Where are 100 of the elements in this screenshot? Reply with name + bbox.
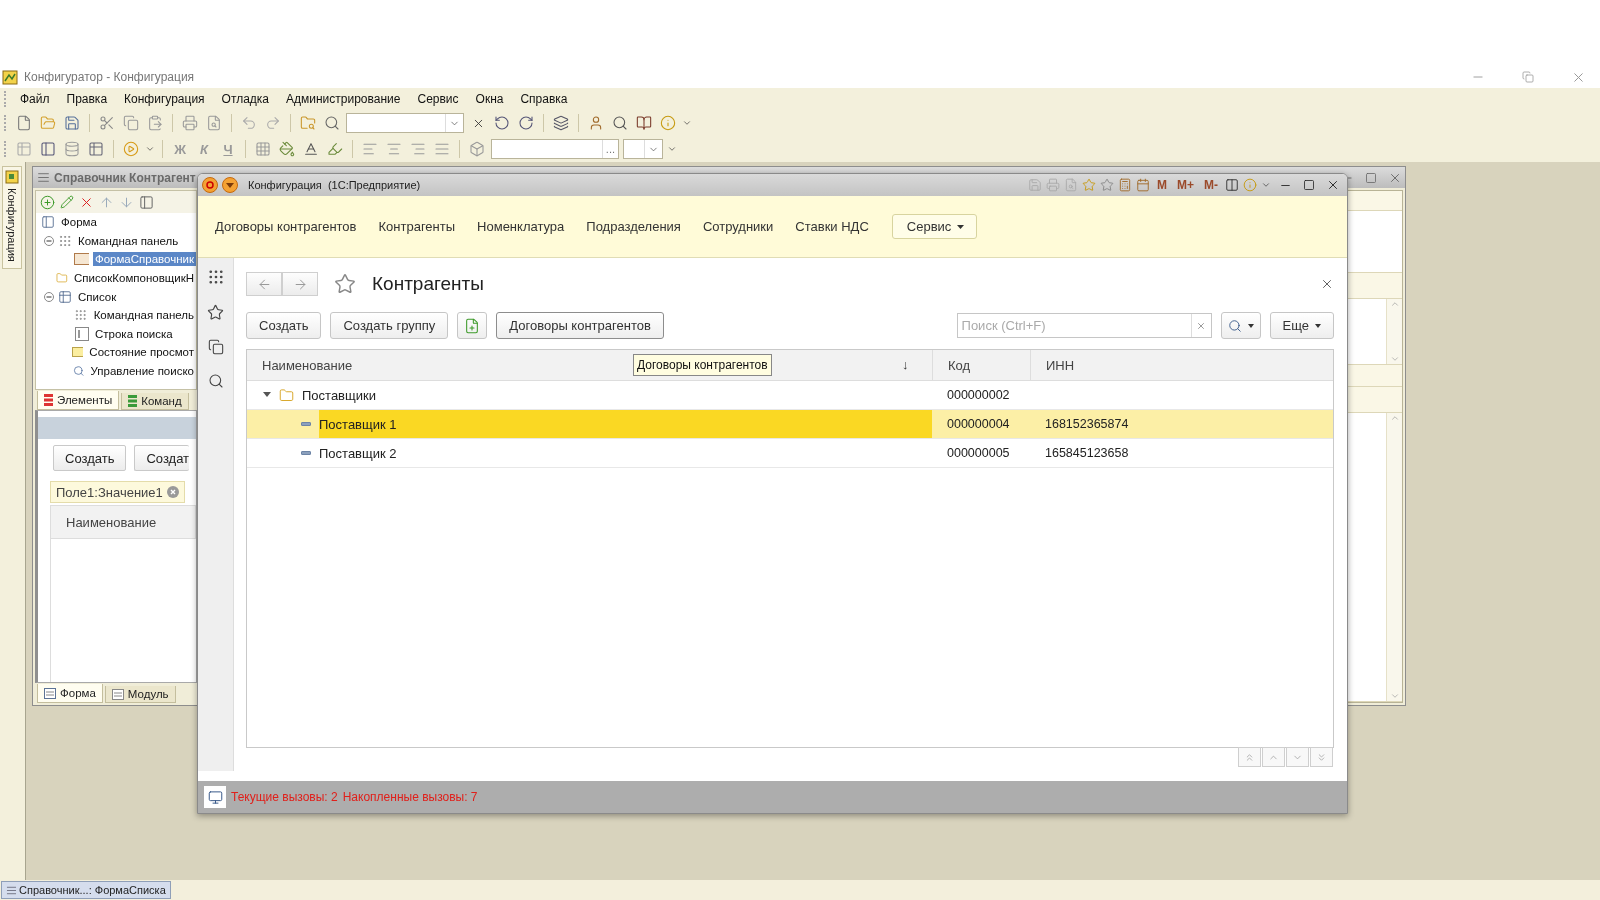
align-left-icon[interactable]: [362, 141, 378, 157]
scroll-up-button[interactable]: [1262, 747, 1285, 767]
add-file-button[interactable]: [457, 312, 488, 339]
caret-icon[interactable]: [667, 144, 677, 154]
database-icon[interactable]: [64, 141, 80, 157]
scroll-first-button[interactable]: [1238, 747, 1261, 767]
search-icon[interactable]: [207, 373, 224, 389]
move-down-icon[interactable]: [119, 194, 134, 210]
tree-item[interactable]: ФормаСправочник: [92, 252, 196, 267]
save-icon[interactable]: [1028, 178, 1042, 192]
book-icon[interactable]: [636, 115, 652, 131]
folder-icon[interactable]: [40, 115, 56, 131]
search-combo[interactable]: [346, 113, 464, 133]
add-icon[interactable]: [40, 194, 55, 210]
info-icon[interactable]: [660, 115, 676, 131]
fill-icon[interactable]: [279, 141, 295, 157]
table-icon[interactable]: [16, 141, 32, 157]
pencil-icon[interactable]: [60, 195, 74, 209]
scroll-last-button[interactable]: [1310, 747, 1333, 767]
printer-icon[interactable]: [182, 115, 198, 131]
button[interactable]: Создат: [134, 445, 190, 471]
button[interactable]: Создать: [246, 312, 322, 339]
folder-search-icon[interactable]: [300, 115, 316, 131]
memory-button[interactable]: M+: [1174, 178, 1197, 192]
close-icon[interactable]: [1320, 277, 1334, 291]
preview-icon[interactable]: [1064, 178, 1078, 192]
menu-item[interactable]: Сервис: [410, 90, 466, 108]
play-icon[interactable]: [123, 141, 139, 157]
undo-icon[interactable]: [241, 115, 257, 131]
panel-tab[interactable]: Команд: [121, 393, 189, 410]
help-search-icon[interactable]: [612, 115, 628, 131]
scroll-down-icon[interactable]: [1389, 354, 1400, 364]
side-tab[interactable]: Конфигурация: [2, 166, 22, 269]
save-icon[interactable]: [64, 115, 80, 131]
remove-icon[interactable]: [167, 486, 179, 498]
menu-item[interactable]: Правка: [59, 90, 115, 108]
panels-icon[interactable]: [1225, 178, 1239, 192]
section-link[interactable]: Контрагенты: [367, 219, 467, 234]
tree-item[interactable]: Форма: [59, 215, 99, 230]
editor-tab[interactable]: Форма: [37, 684, 103, 703]
person-icon[interactable]: [588, 115, 604, 131]
tree-item[interactable]: Командная панель: [91, 308, 196, 323]
memory-button[interactable]: M-: [1201, 178, 1221, 192]
section-link[interactable]: Ставки НДС: [784, 219, 880, 234]
scroll-up-icon[interactable]: [1389, 299, 1400, 309]
align-justify-icon[interactable]: [434, 141, 450, 157]
star-icon[interactable]: [1100, 178, 1114, 192]
caret-icon[interactable]: [145, 144, 155, 154]
star-icon[interactable]: [207, 304, 224, 321]
text-field[interactable]: ...: [491, 139, 619, 159]
tree-item[interactable]: Строка поиска: [93, 326, 175, 341]
menu-button[interactable]: Сервис: [891, 214, 978, 239]
menu-button[interactable]: [222, 177, 238, 193]
size-combo[interactable]: [623, 139, 663, 159]
column-header[interactable]: ИНН: [1046, 357, 1075, 373]
tree-item[interactable]: Список: [76, 289, 119, 304]
ellipsis-button[interactable]: ...: [601, 140, 618, 158]
memory-button[interactable]: M: [1154, 178, 1170, 192]
search-icon[interactable]: [324, 115, 340, 131]
find-previous-icon[interactable]: [494, 115, 510, 131]
cube-icon[interactable]: [469, 141, 485, 157]
tree-item[interactable]: Управление поиско: [88, 364, 196, 379]
back-button[interactable]: [246, 272, 282, 296]
calculator-icon[interactable]: [1118, 178, 1132, 192]
search-button[interactable]: [1220, 312, 1261, 339]
star-icon[interactable]: [334, 273, 356, 295]
printer-icon[interactable]: [1046, 178, 1060, 192]
maximize-icon[interactable]: [1365, 171, 1377, 184]
section-link[interactable]: Номенклатура: [466, 219, 576, 234]
panel-tab[interactable]: Элементы: [37, 391, 120, 410]
paste-icon[interactable]: [147, 115, 163, 131]
find-next-icon[interactable]: [518, 115, 534, 131]
taskbar-item[interactable]: Справочник...: ФормаСписка: [1, 881, 171, 899]
menu-item[interactable]: Администрирование: [279, 90, 408, 108]
scroll-down-icon[interactable]: [1389, 691, 1400, 701]
more-button[interactable]: Еще: [1269, 312, 1334, 339]
menu-item[interactable]: Конфигурация: [117, 90, 212, 108]
menu-item[interactable]: Файл: [13, 90, 57, 108]
editor-tab[interactable]: Модуль: [104, 686, 176, 703]
align-right-icon[interactable]: [410, 141, 426, 157]
windows-icon[interactable]: [553, 115, 569, 131]
tree-item[interactable]: Командная панель: [76, 233, 181, 248]
collapse-toggle-icon[interactable]: [44, 291, 54, 302]
scissors-icon[interactable]: [99, 115, 115, 131]
section-link[interactable]: Договоры контрагентов: [204, 219, 368, 234]
button[interactable]: Создать группу: [330, 312, 449, 339]
menu-item[interactable]: Отладка: [214, 90, 277, 108]
caret-icon[interactable]: [682, 118, 692, 128]
column-header[interactable]: Наименование: [262, 357, 353, 373]
document-icon[interactable]: [16, 115, 32, 131]
arrow-right-icon[interactable]: [292, 276, 308, 292]
form-icon[interactable]: [139, 194, 154, 210]
caret-icon[interactable]: [1261, 180, 1271, 190]
calendar-icon[interactable]: [1136, 178, 1150, 192]
redo-icon[interactable]: [265, 115, 281, 131]
copy-icon[interactable]: [123, 115, 139, 131]
collapse-toggle-icon[interactable]: [44, 235, 54, 246]
scroll-down-button[interactable]: [1286, 747, 1309, 767]
highlighter-icon[interactable]: [327, 141, 343, 157]
forward-button[interactable]: [282, 272, 318, 296]
